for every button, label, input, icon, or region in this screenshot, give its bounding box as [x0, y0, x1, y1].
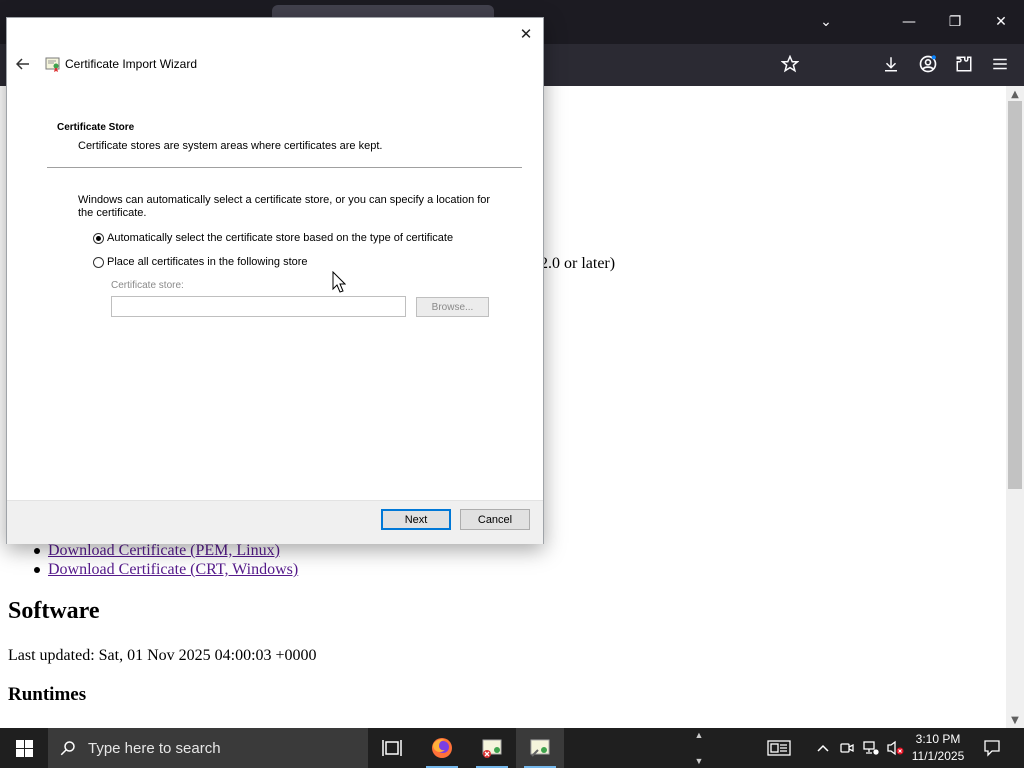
browse-button[interactable]: Browse...: [416, 297, 489, 317]
certificate-manager-icon: [482, 739, 502, 758]
meet-now-icon[interactable]: [836, 728, 858, 768]
cert-import-taskbar-button[interactable]: [516, 728, 564, 768]
minimize-button[interactable]: —: [886, 0, 932, 44]
manual-store-option[interactable]: Place all certificates in the following …: [93, 254, 308, 270]
volume-muted-icon[interactable]: [884, 728, 906, 768]
certificate-store-field[interactable]: [111, 296, 406, 317]
page-text-fragment: 2.0 or later): [540, 255, 616, 272]
list-all-tabs-icon[interactable]: ⌄: [814, 10, 838, 34]
minimize-icon: —: [902, 14, 916, 30]
download-pem-link[interactable]: Download Certificate (PEM, Linux): [48, 542, 280, 559]
extensions-icon[interactable]: [952, 52, 976, 76]
search-placeholder: Type here to search: [88, 739, 221, 757]
last-updated-text: Last updated: Sat, 01 Nov 2025 04:00:03 …: [8, 647, 317, 664]
firefox-icon: [432, 738, 452, 758]
manual-store-label: Place all certificates in the following …: [107, 256, 308, 268]
list-item: Download Certificate (CRT, Windows): [33, 561, 298, 580]
download-icon[interactable]: [879, 52, 903, 76]
windows-taskbar: Type here to search ▲ ▼ 3:10 PM 11/1/2025: [0, 728, 1024, 768]
cert-download-list: Download Certificate (PEM, Linux) Downlo…: [33, 542, 298, 580]
news-widget-icon[interactable]: [764, 728, 794, 768]
auto-store-label: Automatically select the certificate sto…: [107, 232, 454, 244]
dialog-title: Certificate Import Wizard: [65, 57, 198, 71]
close-icon[interactable]: ✕: [515, 24, 537, 44]
windows-logo-icon: [15, 739, 33, 757]
certificate-import-icon: [530, 739, 550, 757]
mouse-cursor-icon: [332, 270, 347, 293]
certificate-icon: [44, 55, 62, 73]
section-heading: Certificate Store: [57, 122, 135, 133]
cancel-button[interactable]: Cancel: [460, 509, 530, 530]
auto-store-radio[interactable]: [93, 232, 104, 244]
task-view-button[interactable]: [368, 728, 416, 768]
divider: [47, 167, 522, 168]
description-text: Windows can automatically select a certi…: [78, 194, 491, 219]
task-view-icon: [382, 740, 402, 756]
firefox-taskbar-button[interactable]: [418, 728, 466, 768]
clock-date: 11/1/2025: [911, 749, 965, 763]
star-icon[interactable]: [778, 52, 802, 76]
close-icon: ✕: [995, 14, 1007, 30]
certificate-store-label: Certificate store:: [111, 280, 184, 291]
search-icon: [48, 739, 88, 757]
list-item: Download Certificate (PEM, Linux): [33, 542, 298, 561]
auto-store-option[interactable]: Automatically select the certificate sto…: [93, 230, 453, 246]
notifications-icon[interactable]: [980, 728, 1004, 768]
start-button[interactable]: [0, 728, 48, 768]
section-subheading: Certificate stores are system areas wher…: [78, 140, 383, 152]
runtimes-heading: Runtimes: [8, 684, 87, 705]
taskbar-scroll[interactable]: ▲ ▼: [690, 728, 708, 768]
taskbar-search[interactable]: Type here to search: [48, 728, 368, 768]
manual-store-radio[interactable]: [93, 256, 104, 268]
network-icon[interactable]: [860, 728, 882, 768]
scroll-up-icon[interactable]: ▲: [1006, 86, 1024, 102]
close-window-button[interactable]: ✕: [978, 0, 1024, 44]
restore-icon: ❐: [948, 14, 962, 30]
download-crt-link[interactable]: Download Certificate (CRT, Windows): [48, 561, 298, 578]
clock-time: 3:10 PM: [915, 732, 961, 746]
back-arrow-icon[interactable]: [13, 54, 33, 74]
scrollbar-thumb[interactable]: [1008, 101, 1022, 489]
show-hidden-icons-icon[interactable]: [812, 728, 834, 768]
software-heading: Software: [8, 598, 100, 624]
certificate-import-wizard-dialog: ✕ Certificate Import Wizard Certificate …: [6, 17, 544, 544]
account-icon[interactable]: [916, 52, 940, 76]
menu-icon[interactable]: [988, 52, 1012, 76]
taskbar-clock[interactable]: 3:10 PM 11/1/2025: [904, 731, 972, 765]
next-button[interactable]: Next: [381, 509, 451, 530]
restore-button[interactable]: ❐: [932, 0, 978, 44]
scroll-down-icon[interactable]: ▼: [1006, 712, 1024, 728]
cert-manager-taskbar-button[interactable]: [468, 728, 516, 768]
